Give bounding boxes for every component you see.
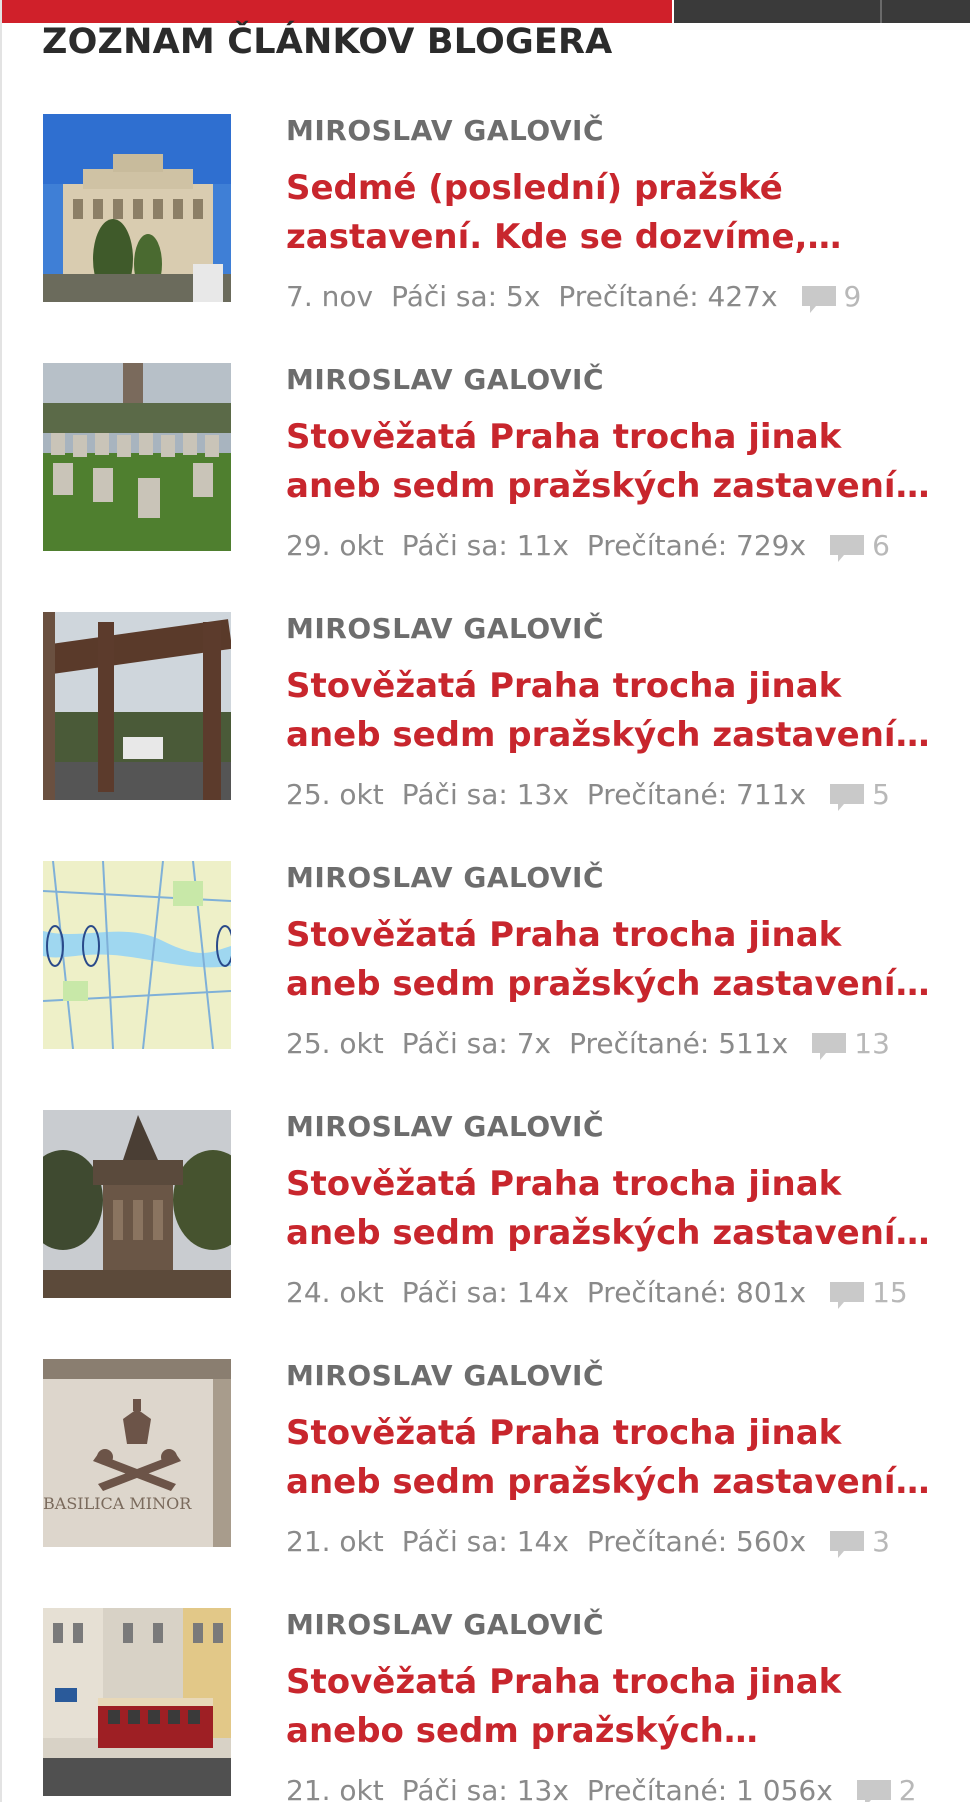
city-map-photo-icon — [43, 861, 231, 1049]
article-reads: Prečítané: 711x — [586, 778, 807, 811]
article-comment-count[interactable]: 2 — [899, 1774, 917, 1802]
article-comment-count[interactable]: 15 — [872, 1276, 908, 1309]
article-meta: 7. nov Páči sa: 5x Prečítané: 427x 9 — [286, 280, 861, 313]
article-title-link[interactable]: Stověžatá Praha trocha jinak aneb sedm p… — [286, 1160, 936, 1258]
tram-photo-icon — [43, 1608, 231, 1796]
article-thumbnail[interactable] — [43, 1110, 231, 1298]
article-likes: Páči sa: 13x — [401, 778, 569, 811]
article-date: 21. okt — [286, 1525, 384, 1558]
basilica-caption: BASILICA MINOR — [43, 1494, 192, 1513]
comment-bubble-icon[interactable] — [830, 1281, 865, 1310]
top-nav-bar — [2, 0, 970, 23]
article-author[interactable]: MIROSLAV GALOVIČ — [286, 861, 604, 894]
top-nav-divider — [880, 0, 882, 23]
article-comment-count[interactable]: 3 — [872, 1525, 890, 1558]
basilica-emblem-photo-icon: BASILICA MINOR — [43, 1359, 231, 1547]
article-item[interactable]: MIROSLAV GALOVIČ Stověžatá Praha trocha … — [2, 1108, 970, 1357]
article-reads: Prečítané: 801x — [586, 1276, 807, 1309]
article-item[interactable]: MIROSLAV GALOVIČ Sedmé (poslední) pražsk… — [2, 112, 970, 361]
article-item[interactable]: MIROSLAV GALOVIČ Stověžatá Praha trocha … — [2, 1606, 970, 1802]
article-date: 29. okt — [286, 529, 384, 562]
article-comment-count[interactable]: 6 — [872, 529, 890, 562]
article-reads: Prečítané: 1 056x — [586, 1774, 833, 1802]
article-reads: Prečítané: 511x — [569, 1027, 789, 1060]
article-date: 24. okt — [286, 1276, 384, 1309]
comment-bubble-icon[interactable] — [856, 1779, 891, 1802]
article-meta: 29. okt Páči sa: 11x Prečítané: 729x 6 — [286, 529, 890, 562]
article-author[interactable]: MIROSLAV GALOVIČ — [286, 612, 604, 645]
article-likes: Páči sa: 13x — [401, 1774, 569, 1802]
article-author[interactable]: MIROSLAV GALOVIČ — [286, 114, 604, 147]
article-item[interactable]: MIROSLAV GALOVIČ Stověžatá Praha trocha … — [2, 361, 970, 610]
article-date: 7. nov — [286, 280, 374, 313]
cemetery-gate-photo-icon — [43, 612, 231, 800]
article-reads: Prečítané: 729x — [586, 529, 807, 562]
article-date: 25. okt — [286, 1027, 384, 1060]
top-nav-dark-segment[interactable] — [674, 0, 970, 23]
article-likes: Páči sa: 14x — [401, 1276, 569, 1309]
article-reads: Prečítané: 427x — [558, 280, 778, 313]
article-comment-count[interactable]: 9 — [844, 280, 862, 313]
article-meta: 21. okt Páči sa: 13x Prečítané: 1 056x 2 — [286, 1774, 917, 1802]
article-title-link[interactable]: Stověžatá Praha trocha jinak aneb sedm p… — [286, 662, 936, 760]
monument-photo-icon — [43, 1110, 231, 1298]
comment-bubble-icon[interactable] — [830, 783, 865, 812]
cemetery-photo-icon — [43, 363, 231, 551]
article-author[interactable]: MIROSLAV GALOVIČ — [286, 1359, 604, 1392]
page: ZOZNAM ČLÁNKOV BLOGERA MIROSLAV GALOVIČ … — [0, 0, 970, 1802]
concert-hall-photo-icon — [43, 114, 231, 302]
article-thumbnail[interactable] — [43, 861, 231, 1049]
article-item[interactable]: BASILICA MINOR MIROSLAV GALOVIČ Stověžat… — [2, 1357, 970, 1606]
comment-bubble-icon[interactable] — [830, 1530, 865, 1559]
article-thumbnail[interactable]: BASILICA MINOR — [43, 1359, 231, 1547]
article-title-link[interactable]: Stověžatá Praha trocha jinak anebo sedm … — [286, 1658, 936, 1756]
article-thumbnail[interactable] — [43, 114, 231, 302]
article-date: 21. okt — [286, 1774, 384, 1802]
article-comment-count[interactable]: 5 — [872, 778, 890, 811]
article-item[interactable]: MIROSLAV GALOVIČ Stověžatá Praha trocha … — [2, 610, 970, 859]
article-likes: Páči sa: 11x — [401, 529, 569, 562]
article-thumbnail[interactable] — [43, 363, 231, 551]
article-meta: 24. okt Páči sa: 14x Prečítané: 801x 15 — [286, 1276, 908, 1309]
page-title: ZOZNAM ČLÁNKOV BLOGERA — [42, 22, 613, 62]
article-author[interactable]: MIROSLAV GALOVIČ — [286, 1608, 604, 1641]
article-author[interactable]: MIROSLAV GALOVIČ — [286, 1110, 604, 1143]
article-title-link[interactable]: Sedmé (poslední) pražské zastavení. Kde … — [286, 164, 936, 262]
article-date: 25. okt — [286, 778, 384, 811]
article-reads: Prečítané: 560x — [586, 1525, 807, 1558]
comment-bubble-icon[interactable] — [812, 1032, 847, 1061]
article-meta: 21. okt Páči sa: 14x Prečítané: 560x 3 — [286, 1525, 890, 1558]
article-likes: Páči sa: 14x — [401, 1525, 569, 1558]
article-author[interactable]: MIROSLAV GALOVIČ — [286, 363, 604, 396]
article-title-link[interactable]: Stověžatá Praha trocha jinak aneb sedm p… — [286, 1409, 936, 1507]
article-title-link[interactable]: Stověžatá Praha trocha jinak aneb sedm p… — [286, 911, 936, 1009]
article-likes: Páči sa: 5x — [391, 280, 541, 313]
article-thumbnail[interactable] — [43, 612, 231, 800]
article-meta: 25. okt Páči sa: 13x Prečítané: 711x 5 — [286, 778, 890, 811]
article-meta: 25. okt Páči sa: 7x Prečítané: 511x 13 — [286, 1027, 890, 1060]
article-comment-count[interactable]: 13 — [854, 1027, 890, 1060]
top-nav-red-segment[interactable] — [2, 0, 672, 23]
article-item[interactable]: MIROSLAV GALOVIČ Stověžatá Praha trocha … — [2, 859, 970, 1108]
article-list: MIROSLAV GALOVIČ Sedmé (poslední) pražsk… — [2, 112, 970, 1802]
article-likes: Páči sa: 7x — [401, 1027, 552, 1060]
comment-bubble-icon[interactable] — [830, 534, 865, 563]
article-thumbnail[interactable] — [43, 1608, 231, 1796]
article-title-link[interactable]: Stověžatá Praha trocha jinak aneb sedm p… — [286, 413, 936, 511]
comment-bubble-icon[interactable] — [801, 285, 836, 314]
